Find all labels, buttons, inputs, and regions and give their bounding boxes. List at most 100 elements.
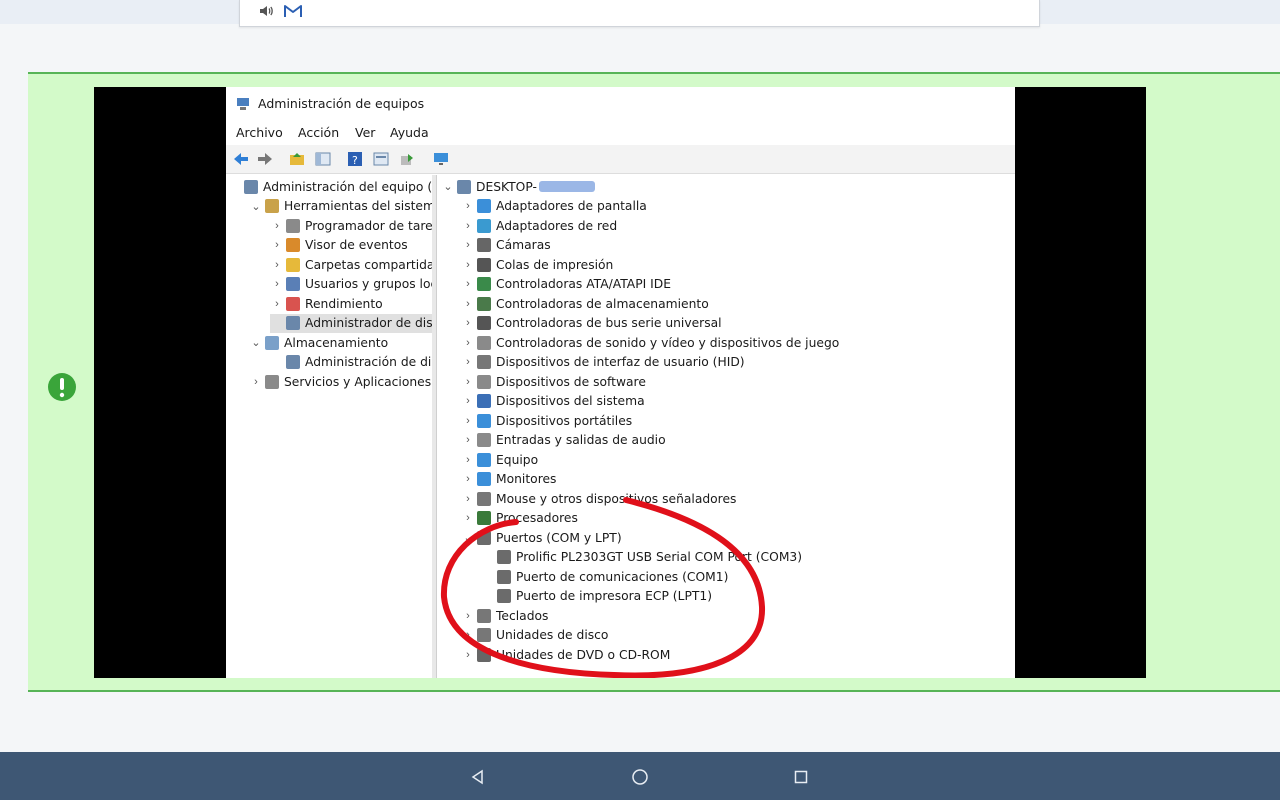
left-tree-item[interactable]: › Rendimiento: [270, 294, 383, 313]
chevron-down-icon[interactable]: ⌄: [461, 531, 475, 544]
chevron-right-icon[interactable]: ›: [461, 239, 475, 251]
video-frame[interactable]: Administración de equipos Archivo Acción…: [94, 87, 1146, 678]
disk-drive-icon: [477, 628, 491, 642]
device-item[interactable]: Puerto de comunicaciones (COM1): [481, 567, 728, 586]
menu-archivo[interactable]: Archivo: [236, 125, 283, 140]
device-category[interactable]: › Dispositivos portátiles: [461, 411, 632, 430]
tree-root[interactable]: ⌄ DESKTOP-: [441, 177, 595, 196]
alert-icon[interactable]: [47, 372, 77, 402]
device-category-label: Monitores: [496, 472, 557, 486]
left-tree-item[interactable]: › Programador de tareas: [270, 216, 432, 235]
menu-ayuda[interactable]: Ayuda: [390, 125, 429, 140]
device-category[interactable]: › Cámaras: [461, 236, 551, 255]
device-category[interactable]: › Procesadores: [461, 509, 578, 528]
left-tree-item[interactable]: ⌄ Herramientas del sistema: [249, 197, 432, 216]
chevron-right-icon[interactable]: ›: [270, 239, 284, 251]
recents-square-icon[interactable]: [790, 766, 812, 788]
device-item[interactable]: Puerto de impresora ECP (LPT1): [481, 587, 712, 606]
chevron-right-icon[interactable]: ›: [249, 376, 263, 388]
chevron-right-icon[interactable]: ›: [461, 512, 475, 524]
gmail-icon[interactable]: [284, 4, 302, 18]
chevron-right-icon[interactable]: ›: [461, 356, 475, 368]
device-category[interactable]: › Dispositivos de interfaz de usuario (HI…: [461, 353, 745, 372]
left-tree-item[interactable]: › Carpetas compartidas: [270, 255, 432, 274]
monitor-icon: [477, 472, 491, 486]
device-category[interactable]: › Adaptadores de red: [461, 216, 617, 235]
device-category[interactable]: › Controladoras ATA/ATAPI IDE: [461, 275, 671, 294]
left-tree-item[interactable]: › Usuarios y grupos locale: [270, 275, 432, 294]
device-category[interactable]: › Dispositivos de software: [461, 372, 646, 391]
left-tree-item-label: Usuarios y grupos locale: [305, 277, 432, 291]
help-icon[interactable]: ?: [346, 150, 364, 168]
chevron-right-icon[interactable]: ›: [461, 493, 475, 505]
chevron-right-icon[interactable]: ›: [461, 259, 475, 271]
device-category[interactable]: ⌄ Puertos (COM y LPT): [461, 528, 622, 547]
menu-ver[interactable]: Ver: [355, 125, 375, 140]
chevron-right-icon[interactable]: ›: [461, 317, 475, 329]
chevron-right-icon[interactable]: ›: [461, 629, 475, 641]
chevron-down-icon[interactable]: ⌄: [249, 200, 263, 213]
speaker-icon[interactable]: [258, 3, 274, 19]
chevron-right-icon[interactable]: ›: [270, 298, 284, 310]
device-category-label: Puertos (COM y LPT): [496, 530, 622, 545]
left-tree-item[interactable]: › Servicios y Aplicaciones: [249, 372, 431, 391]
chevron-right-icon[interactable]: ›: [461, 298, 475, 310]
left-tree-item[interactable]: Administración de disco: [270, 353, 432, 372]
chevron-right-icon[interactable]: ›: [270, 278, 284, 290]
device-category[interactable]: › Monitores: [461, 470, 556, 489]
chevron-right-icon[interactable]: ›: [461, 473, 475, 485]
chevron-right-icon[interactable]: ›: [461, 610, 475, 622]
back-icon[interactable]: [232, 150, 250, 168]
chevron-right-icon[interactable]: ›: [461, 337, 475, 349]
device-category[interactable]: › Colas de impresión: [461, 255, 613, 274]
portable-device-icon: [477, 413, 491, 428]
device-category[interactable]: › Controladoras de almacenamiento: [461, 294, 709, 313]
device-item[interactable]: Prolific PL2303GT USB Serial COM Port (C…: [481, 548, 802, 567]
show-hide-tree-icon[interactable]: [314, 150, 332, 168]
forward-icon[interactable]: [256, 150, 274, 168]
device-category[interactable]: › Dispositivos del sistema: [461, 392, 645, 411]
menu-accion[interactable]: Acción: [298, 125, 339, 140]
chevron-down-icon[interactable]: ⌄: [249, 336, 263, 349]
left-tree-item[interactable]: ⌄ Almacenamiento: [249, 333, 388, 352]
chevron-down-icon[interactable]: ⌄: [441, 180, 455, 193]
chevron-right-icon[interactable]: ›: [461, 649, 475, 661]
device-category[interactable]: › Controladoras de sonido y vídeo y dispo…: [461, 333, 839, 352]
chevron-right-icon[interactable]: ›: [270, 220, 284, 232]
home-circle-icon[interactable]: [629, 766, 651, 788]
chevron-right-icon[interactable]: ›: [461, 454, 475, 466]
device-category[interactable]: › Entradas y salidas de audio: [461, 431, 666, 450]
device-category[interactable]: › Unidades de disco: [461, 626, 608, 645]
shared-folder-icon: [286, 257, 300, 272]
device-category[interactable]: › Adaptadores de pantalla: [461, 197, 647, 216]
device-category[interactable]: › Unidades de DVD o CD-ROM: [461, 645, 670, 664]
chevron-right-icon[interactable]: ›: [461, 200, 475, 212]
left-tree-item[interactable]: Administración del equipo (loc: [228, 177, 433, 196]
chevron-right-icon[interactable]: ›: [461, 278, 475, 290]
left-tree-item[interactable]: › Visor de eventos: [270, 236, 408, 255]
system-device-icon: [477, 394, 491, 408]
processor-icon: [477, 511, 491, 525]
port-icon: [497, 569, 511, 584]
device-item-label: Puerto de comunicaciones (COM1): [516, 569, 729, 584]
left-tree-item-label: Administración del equipo (loc: [263, 179, 433, 194]
chevron-right-icon[interactable]: ›: [461, 395, 475, 407]
back-triangle-icon[interactable]: [467, 766, 489, 788]
device-category[interactable]: › Controladoras de bus serie universal: [461, 314, 722, 333]
device-category[interactable]: › Equipo: [461, 450, 538, 469]
device-category[interactable]: › Teclados: [461, 606, 548, 625]
chevron-right-icon[interactable]: ›: [270, 259, 284, 271]
chevron-right-icon[interactable]: ›: [461, 376, 475, 388]
device-category[interactable]: › Mouse y otros dispositivos señaladores: [461, 489, 736, 508]
chevron-right-icon[interactable]: ›: [461, 415, 475, 427]
port-icon: [477, 530, 491, 545]
left-tree-item[interactable]: Administrador de dispo: [270, 313, 432, 333]
export-icon[interactable]: [398, 150, 416, 168]
up-folder-icon[interactable]: [288, 150, 306, 168]
chevron-right-icon[interactable]: ›: [461, 434, 475, 446]
properties-icon[interactable]: [372, 150, 390, 168]
monitor-icon[interactable]: [432, 150, 450, 168]
device-item-label: Prolific PL2303GT USB Serial COM Port (C…: [516, 550, 803, 564]
chevron-right-icon[interactable]: ›: [461, 220, 475, 232]
redacted-name: [538, 181, 595, 192]
